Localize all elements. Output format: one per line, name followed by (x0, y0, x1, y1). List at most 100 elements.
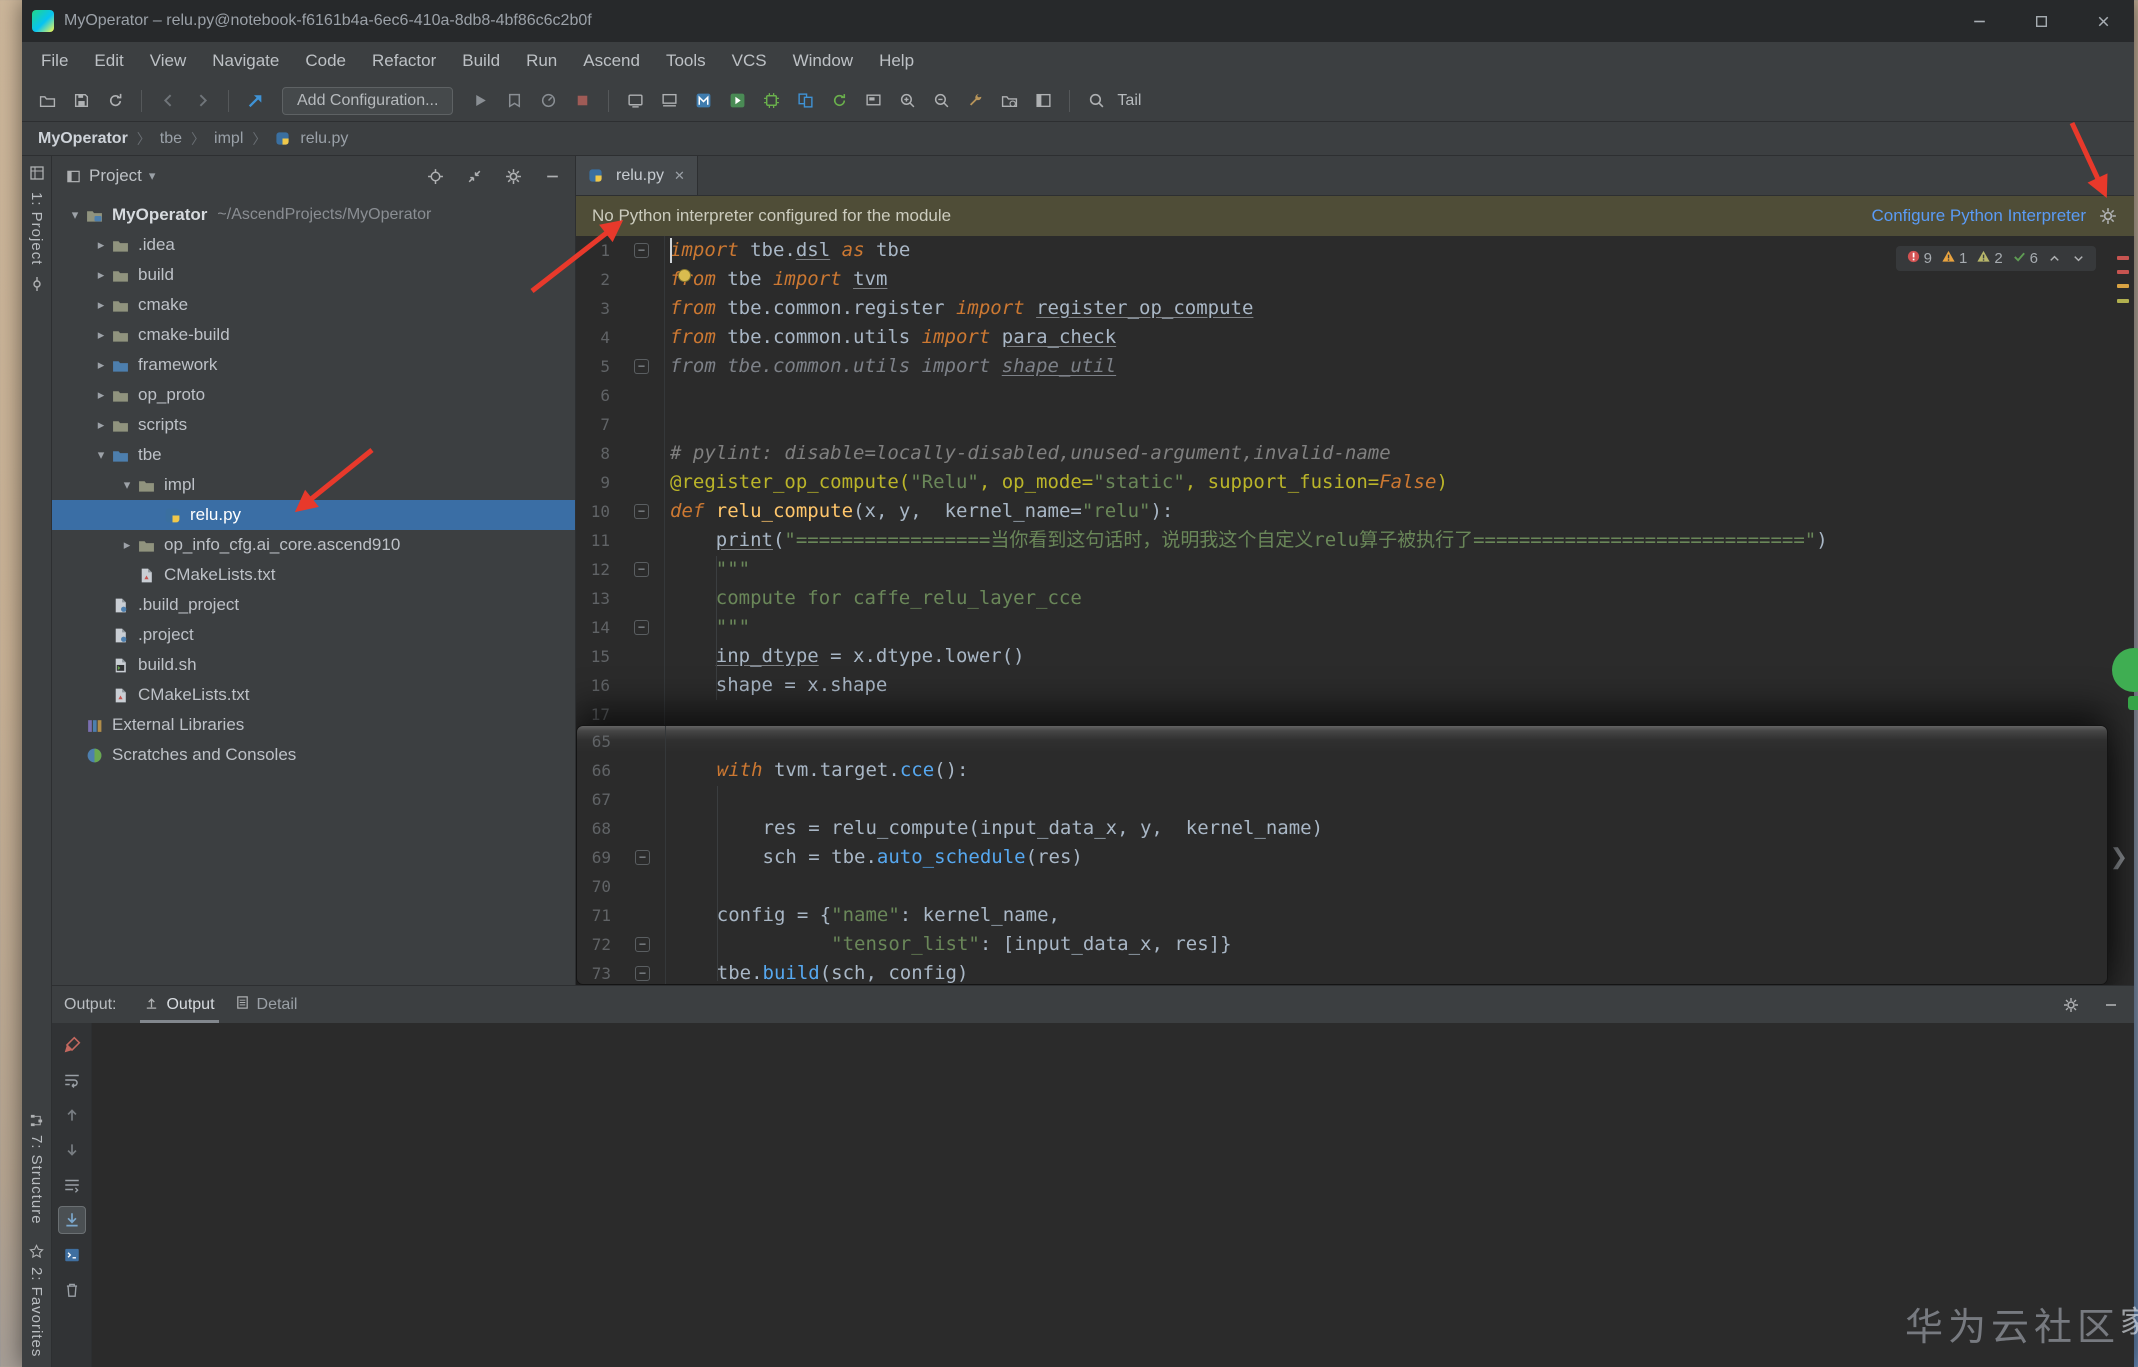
tree-item-framework[interactable]: ▸framework (52, 350, 575, 380)
weak-indicator[interactable]: 2 (1976, 249, 2002, 268)
close-tab-icon[interactable]: ✕ (674, 168, 685, 184)
tree-item-build[interactable]: ▸build (52, 260, 575, 290)
menu-run[interactable]: Run (513, 42, 570, 80)
search-icon[interactable] (1081, 86, 1111, 116)
code-line[interactable]: 6 (576, 381, 2134, 410)
code-line[interactable]: 9@register_op_compute("Relu", op_mode="s… (576, 468, 2134, 497)
open-file-icon[interactable] (32, 86, 62, 116)
project-structure-icon[interactable] (994, 86, 1024, 116)
error-stripe-mark[interactable] (2117, 256, 2129, 260)
code-line[interactable]: 10−def relu_compute(x, y, kernel_name="r… (576, 497, 2134, 526)
clear-brush-icon[interactable] (58, 1031, 86, 1059)
breadcrumb-myoperator[interactable]: MyOperator (38, 130, 128, 148)
tree-item-op-info-cfg-ai-core-ascend910[interactable]: ▸op_info_cfg.ai_core.ascend910 (52, 530, 575, 560)
editor-tab-relu-py[interactable]: relu.py ✕ (576, 156, 698, 195)
tool-button-project[interactable]: 1: Project (28, 192, 45, 265)
code-line[interactable]: 72− "tensor_list": [input_data_x, res]} (577, 930, 2107, 959)
code-line[interactable]: 12− """ (576, 555, 2134, 584)
sync-icon[interactable] (100, 86, 130, 116)
commit-tool-icon[interactable] (28, 275, 46, 293)
chevron-right-icon[interactable]: ▸ (90, 267, 112, 283)
menu-refactor[interactable]: Refactor (359, 42, 449, 80)
maximize-button[interactable] (2010, 0, 2072, 42)
ms-run-icon[interactable] (722, 86, 752, 116)
menu-edit[interactable]: Edit (81, 42, 136, 80)
collapse-all-button[interactable] (463, 165, 485, 187)
error-stripe-mark[interactable] (2117, 270, 2129, 274)
soft-wrap-icon[interactable] (58, 1066, 86, 1094)
hide-output-icon[interactable] (2100, 994, 2122, 1016)
profile-icon[interactable] (533, 86, 563, 116)
project-panel-title[interactable]: Project (89, 166, 142, 186)
fold-marker-icon[interactable]: − (634, 562, 649, 577)
code-line[interactable]: 67 (577, 785, 2107, 814)
warning-stripe-mark[interactable] (2117, 284, 2129, 288)
close-button[interactable] (2072, 0, 2134, 42)
interpreter-settings-gear-icon[interactable] (2098, 206, 2118, 226)
breadcrumb-tbe[interactable]: tbe (160, 130, 182, 148)
wrench-icon[interactable] (960, 86, 990, 116)
output-console[interactable] (92, 1023, 2134, 1367)
save-all-icon[interactable] (66, 86, 96, 116)
ms-chip-icon[interactable] (756, 86, 786, 116)
wrap-lines-icon[interactable] (58, 1171, 86, 1199)
tree-item--project[interactable]: .project (52, 620, 575, 650)
output-tab-output[interactable]: Output (134, 986, 224, 1023)
menu-navigate[interactable]: Navigate (199, 42, 292, 80)
ok-indicator[interactable]: 6 (2012, 249, 2038, 268)
tree-item-tbe[interactable]: ▾tbe (52, 440, 575, 470)
tool-button-7-structure[interactable]: 7: Structure (20, 1111, 54, 1225)
menu-file[interactable]: File (28, 42, 81, 80)
code-editor[interactable]: 1−import tbe.dsl as tbe2from tbe import … (576, 236, 2134, 985)
minimize-button[interactable] (1948, 0, 2010, 42)
tree-item-impl[interactable]: ▾impl (52, 470, 575, 500)
chevron-right-icon[interactable]: ❯ (2110, 844, 2128, 870)
inspections-widget[interactable]: 9126 (1896, 246, 2096, 271)
zoom-in-icon[interactable] (892, 86, 922, 116)
chevron-down-icon[interactable]: ▾ (64, 207, 86, 223)
chevron-down-icon[interactable]: ▾ (90, 447, 112, 463)
tree-item-cmakelists-txt[interactable]: CMakeLists.txt (52, 560, 575, 590)
tree-item-op-proto[interactable]: ▸op_proto (52, 380, 575, 410)
next-problem-button[interactable] (2071, 251, 2086, 266)
code-line[interactable]: 11 print("=================当你看到这句话时，说明我这… (576, 526, 2134, 555)
chevron-right-icon[interactable]: ▸ (90, 297, 112, 313)
code-line[interactable]: 3from tbe.common.register import registe… (576, 294, 2134, 323)
code-line[interactable]: 73− tbe.build(sch, config) (577, 959, 2107, 985)
forward-icon[interactable] (187, 86, 217, 116)
menu-window[interactable]: Window (780, 42, 866, 80)
code-line[interactable]: 4from tbe.common.utils import para_check (576, 323, 2134, 352)
tree-item--idea[interactable]: ▸.idea (52, 230, 575, 260)
code-line[interactable]: 7 (576, 410, 2134, 439)
menu-view[interactable]: View (137, 42, 200, 80)
chevron-right-icon[interactable]: ▸ (90, 417, 112, 433)
code-line[interactable]: 68 res = relu_compute(input_data_x, y, k… (577, 814, 2107, 843)
ms-blue-icon[interactable] (688, 86, 718, 116)
fold-marker-icon[interactable]: − (635, 850, 650, 865)
tree-item-cmakelists-txt[interactable]: CMakeLists.txt (52, 680, 575, 710)
ascend-arrow-icon[interactable] (240, 86, 270, 116)
screen-icon[interactable] (858, 86, 888, 116)
chevron-right-icon[interactable]: ▸ (90, 327, 112, 343)
intention-bulb-icon[interactable] (678, 269, 691, 282)
breadcrumb-impl[interactable]: impl (214, 130, 243, 148)
arrow-up-icon[interactable] (58, 1101, 86, 1129)
fold-marker-icon[interactable]: − (635, 966, 650, 981)
error-stripe[interactable] (2112, 236, 2134, 985)
zoom-out-icon[interactable] (926, 86, 956, 116)
tree-item-relu-py[interactable]: relu.py (52, 500, 575, 530)
tree-item-build-sh[interactable]: build.sh (52, 650, 575, 680)
tree-item-scratches-and-consoles[interactable]: Scratches and Consoles (52, 740, 575, 770)
output-tab-detail[interactable]: Detail (225, 986, 308, 1023)
chevron-right-icon[interactable]: ▸ (90, 357, 112, 373)
menu-tools[interactable]: Tools (653, 42, 719, 80)
code-line[interactable]: 71 config = {"name": kernel_name, (577, 901, 2107, 930)
run-icon[interactable] (465, 86, 495, 116)
code-line[interactable]: 5−from tbe.common.utils import shape_uti… (576, 352, 2134, 381)
breadcrumb-relu-py[interactable]: relu.py (275, 130, 348, 148)
fold-marker-icon[interactable]: − (634, 243, 649, 258)
sync-green-icon[interactable] (824, 86, 854, 116)
code-line[interactable]: 66 with tvm.target.cce(): (577, 756, 2107, 785)
code-line[interactable]: 16 shape = x.shape (576, 671, 2134, 700)
back-icon[interactable] (153, 86, 183, 116)
